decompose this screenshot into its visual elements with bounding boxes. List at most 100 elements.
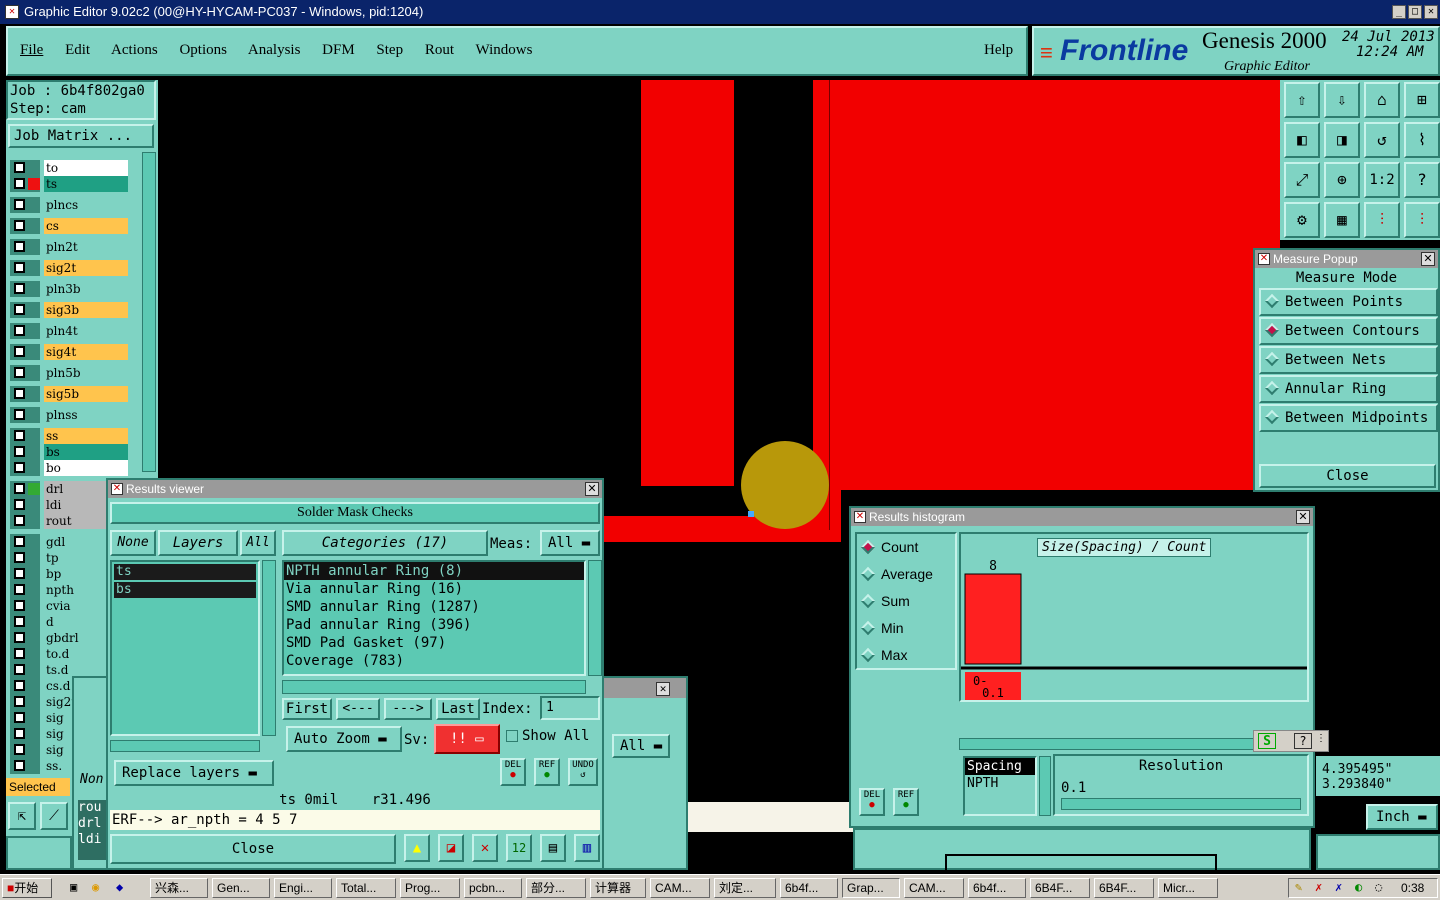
taskbar-button[interactable]: Total... xyxy=(336,878,396,898)
layer-checkbox[interactable] xyxy=(10,513,40,529)
histogram-option[interactable]: Sum xyxy=(857,588,955,615)
type-list-scrollbar[interactable] xyxy=(1039,756,1051,816)
taskbar-button[interactable]: 6b4f... xyxy=(968,878,1026,898)
layers-button[interactable]: Layers xyxy=(158,530,238,556)
snap-icon[interactable]: ⌇ xyxy=(1404,122,1440,158)
background-list-item[interactable]: rou xyxy=(78,800,108,816)
histogram-icon[interactable]: ▥ xyxy=(574,834,600,862)
layer-checkbox[interactable] xyxy=(10,630,40,646)
taskbar-button[interactable]: Grap... xyxy=(842,878,900,898)
histogram-bar[interactable] xyxy=(964,573,1022,665)
delete-all-icon[interactable]: ✕ xyxy=(472,834,498,862)
help-icon[interactable]: ? xyxy=(1404,162,1440,198)
export-icon[interactable]: ◪ xyxy=(438,834,464,862)
categories-button[interactable]: Categories (17) xyxy=(282,530,488,556)
quicklaunch-icon[interactable]: ◆ xyxy=(116,880,123,894)
zoom-fit-icon[interactable]: ⤢ xyxy=(1284,162,1320,198)
category-item[interactable]: SMD annular Ring (1287) xyxy=(284,598,584,616)
layer-checkbox[interactable] xyxy=(10,646,40,662)
layer-row[interactable]: pln4t xyxy=(10,323,128,339)
taskbar-button[interactable]: 6b4f... xyxy=(780,878,838,898)
category-item[interactable]: Pad annular Ring (396) xyxy=(284,616,584,634)
maximize-button[interactable]: □ xyxy=(1408,5,1422,19)
layer-results-scrollbar[interactable] xyxy=(262,560,276,736)
window-menu-icon[interactable]: ✕ xyxy=(1258,253,1270,265)
taskbar-button[interactable]: Micr... xyxy=(1158,878,1218,898)
layer-row[interactable]: bs xyxy=(10,444,128,460)
report-icon[interactable]: ▤ xyxy=(540,834,566,862)
next-button[interactable]: ---> xyxy=(384,698,432,720)
histogram-option[interactable]: Min xyxy=(857,615,955,642)
layer-row[interactable]: cs xyxy=(10,218,128,234)
measure-option[interactable]: Between Nets xyxy=(1259,346,1438,374)
measure-tool-button[interactable]: ⟋ xyxy=(40,802,68,830)
zoom-one-to-two-icon[interactable]: 1:2 xyxy=(1364,162,1400,198)
layer-checkbox[interactable] xyxy=(10,662,40,678)
layer-checkbox[interactable] xyxy=(10,678,40,694)
hist-ref-button[interactable]: REF ● xyxy=(893,788,919,816)
taskbar-button[interactable]: 兴森... xyxy=(150,878,208,898)
background-window-close-icon[interactable]: ✕ xyxy=(656,682,670,696)
layer-checkbox[interactable] xyxy=(10,566,40,582)
layer-adjust-icon[interactable]: ⫶ xyxy=(1364,202,1400,238)
job-matrix-button[interactable]: Job Matrix ... xyxy=(8,124,154,148)
layer-checkbox[interactable] xyxy=(10,758,40,774)
home-icon[interactable]: ⌂ xyxy=(1364,82,1400,118)
results-viewer-close-icon[interactable]: ✕ xyxy=(585,482,599,496)
layer-row[interactable]: sig4t xyxy=(10,344,128,360)
first-button[interactable]: First xyxy=(282,698,332,720)
severity-dropdown[interactable]: !! ▭ xyxy=(434,724,500,754)
none-button[interactable]: None xyxy=(110,530,156,556)
measure-option[interactable]: Annular Ring xyxy=(1259,375,1438,403)
undo-button[interactable]: UNDO ↺ xyxy=(568,758,598,786)
layer-checkbox[interactable] xyxy=(10,281,40,297)
show-all-checkbox[interactable] xyxy=(506,730,518,742)
taskbar-button[interactable]: CAM... xyxy=(650,878,710,898)
tray-icon[interactable]: ◐ xyxy=(1355,880,1362,894)
measure-option[interactable]: Between Points xyxy=(1259,288,1438,316)
prev-button[interactable]: <--- xyxy=(336,698,380,720)
layer-checkbox[interactable] xyxy=(10,460,40,476)
layer-row[interactable]: sig2t xyxy=(10,260,128,276)
taskbar-button[interactable]: CAM... xyxy=(904,878,964,898)
category-item[interactable]: Coverage (783) xyxy=(284,652,584,670)
layer-row[interactable]: plncs xyxy=(10,197,128,213)
redraw-icon[interactable]: ↺ xyxy=(1364,122,1400,158)
layer-checkbox[interactable] xyxy=(10,428,40,444)
result-layer-item[interactable]: bs xyxy=(114,582,256,598)
tray-icon[interactable]: ✎ xyxy=(1295,880,1302,894)
layer-checkbox[interactable] xyxy=(10,694,40,710)
taskbar-button[interactable]: Prog... xyxy=(400,878,460,898)
layer-checkbox[interactable] xyxy=(10,365,40,381)
count-icon[interactable]: 12 xyxy=(506,834,532,862)
measure-option[interactable]: Between Contours xyxy=(1259,317,1438,345)
measure-popup-close-icon[interactable]: ✕ xyxy=(1421,252,1435,266)
taskbar-button[interactable]: Engi... xyxy=(274,878,332,898)
resolution-slider[interactable] xyxy=(1061,798,1301,810)
layer-adjust-alt-icon[interactable]: ⫶ xyxy=(1404,202,1440,238)
download-icon[interactable]: ⇩ xyxy=(1324,82,1360,118)
unit-dropdown[interactable]: Inch ▬ xyxy=(1366,804,1438,830)
minimize-button[interactable]: _ xyxy=(1392,5,1406,19)
histogram-option[interactable]: Count xyxy=(857,534,955,561)
menu-analysis[interactable]: Analysis xyxy=(248,42,301,58)
background-list-item[interactable]: ldi xyxy=(78,832,108,848)
grid-icon[interactable]: ▦ xyxy=(1324,202,1360,238)
ref-button[interactable]: REF ● xyxy=(534,758,560,786)
layer-checkbox[interactable] xyxy=(10,386,40,402)
menu-options[interactable]: Options xyxy=(179,42,227,58)
results-close-button[interactable]: Close xyxy=(110,834,396,864)
result-layer-item[interactable]: ts xyxy=(114,564,256,580)
layer-checkbox[interactable] xyxy=(10,598,40,614)
layer-results-hscrollbar[interactable] xyxy=(110,740,260,752)
layer-checkbox[interactable] xyxy=(10,550,40,566)
menu-help[interactable]: Help xyxy=(984,42,1013,59)
close-window-button[interactable]: ✕ xyxy=(1424,5,1438,19)
window-menu-icon[interactable]: ✕ xyxy=(111,483,123,495)
layer-row[interactable]: pln3b xyxy=(10,281,128,297)
layer-checkbox[interactable] xyxy=(10,323,40,339)
layer-checkbox[interactable] xyxy=(10,710,40,726)
spinner-icon[interactable]: ⋮ xyxy=(1316,733,1326,744)
layer-row[interactable]: ts xyxy=(10,176,128,192)
hist-del-button[interactable]: DEL ● xyxy=(859,788,885,816)
